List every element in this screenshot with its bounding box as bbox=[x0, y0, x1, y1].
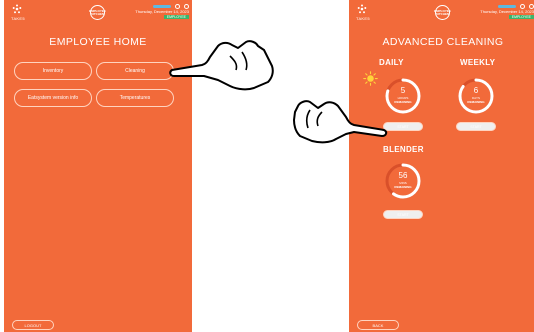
take5-star-icon bbox=[357, 4, 367, 14]
logo-text: EMPLOYEE KITCHEN bbox=[89, 8, 106, 16]
pointing-hand-icon bbox=[169, 40, 274, 91]
top-info: Thursday, December 14, 2023 EMPLOYEE bbox=[135, 3, 189, 19]
logout-button[interactable]: LOGOUT bbox=[12, 320, 54, 330]
logo-text: EMPLOYEE KITCHEN bbox=[434, 8, 451, 16]
cleaning-button[interactable]: Cleaning bbox=[96, 62, 174, 80]
inventory-button[interactable]: Inventory bbox=[14, 62, 92, 80]
power-icon[interactable] bbox=[529, 3, 534, 9]
kitchen-logo-icon: EMPLOYEE KITCHEN bbox=[89, 5, 106, 20]
pointing-hand-icon bbox=[293, 100, 388, 144]
power-icon[interactable] bbox=[184, 3, 189, 9]
role-badge: EMPLOYEE bbox=[163, 15, 189, 19]
daily-value: 5 bbox=[400, 86, 406, 95]
daily-label: DAILY bbox=[379, 58, 404, 67]
clock-icon bbox=[175, 3, 180, 9]
blender-remaining: REMAINING bbox=[394, 185, 412, 189]
blender-start-button[interactable]: START bbox=[383, 210, 423, 219]
blender-value: 56 bbox=[398, 171, 408, 180]
connection-indicator bbox=[153, 4, 171, 8]
brand-name: TAKE5 bbox=[356, 16, 370, 21]
take5-star-icon bbox=[12, 4, 22, 14]
weekly-start-button[interactable]: START bbox=[456, 122, 496, 131]
page-title: ADVANCED CLEANING bbox=[382, 36, 504, 48]
brand-name: TAKE5 bbox=[11, 16, 25, 21]
sun-icon bbox=[363, 71, 378, 86]
role-badge: EMPLOYEE bbox=[508, 15, 534, 19]
blender-label: BLENDER bbox=[383, 145, 424, 154]
weekly-remaining: REMAINING bbox=[467, 100, 485, 104]
advanced-cleaning-screen: TAKE5 EMPLOYEE KITCHEN Thursday, Decembe… bbox=[349, 0, 534, 332]
date-text: Thursday, December 14, 2023 bbox=[135, 9, 189, 14]
daily-gauge: 5 HOURS REMAINING bbox=[383, 76, 423, 116]
page-title: EMPLOYEE HOME bbox=[49, 36, 147, 48]
blender-gauge: 56 MINS REMAINING bbox=[383, 161, 423, 201]
kitchen-logo-icon: EMPLOYEE KITCHEN bbox=[434, 5, 451, 20]
daily-start-button[interactable]: START bbox=[383, 122, 423, 131]
top-info: Thursday, December 14, 2023 EMPLOYEE bbox=[480, 3, 534, 19]
weekly-gauge: 6 DAYS REMAINING bbox=[456, 76, 496, 116]
employee-home-screen: TAKE5 EMPLOYEE KITCHEN Thursday, Decembe… bbox=[4, 0, 192, 332]
back-button[interactable]: BACK bbox=[357, 320, 399, 330]
daily-remaining: REMAINING bbox=[394, 100, 412, 104]
clock-icon bbox=[520, 3, 525, 9]
connection-indicator bbox=[498, 4, 516, 8]
temperatures-button[interactable]: Temperatures bbox=[96, 89, 174, 107]
weekly-label: WEEKLY bbox=[460, 58, 496, 67]
weekly-value: 6 bbox=[473, 86, 479, 95]
version-info-button[interactable]: Eatsystem version info bbox=[14, 89, 92, 107]
date-text: Thursday, December 14, 2023 bbox=[480, 9, 534, 14]
